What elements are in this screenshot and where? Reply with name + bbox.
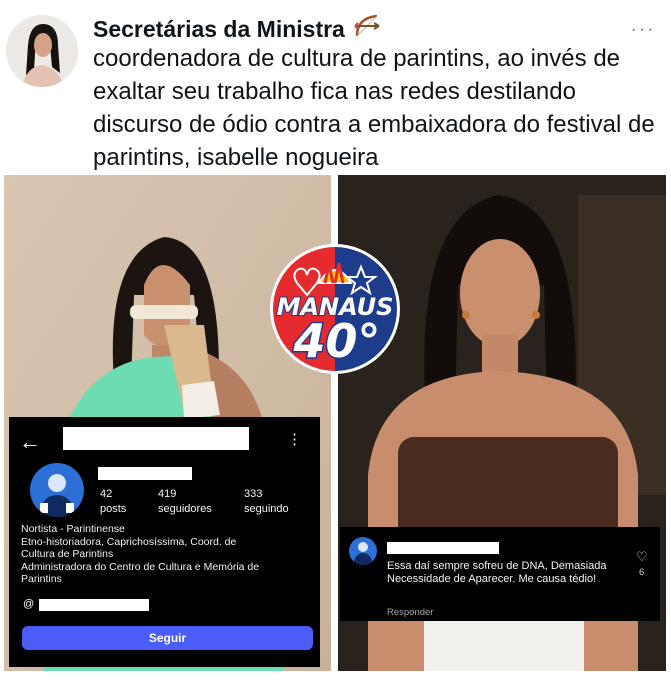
posts-stat: 42 posts (100, 487, 126, 517)
author-name[interactable]: Secretárias da Ministra (93, 12, 383, 46)
posts-count: 42 (100, 488, 113, 500)
manaus-40-logo: MANAUS 40° (269, 243, 401, 375)
threads-icon[interactable]: @ (23, 598, 34, 610)
like-count: 6 (639, 567, 645, 578)
redacted-name (63, 427, 249, 450)
instagram-comment: Essa daí sempre sofreu de DNA, Demasiada… (340, 527, 660, 621)
bio-line: Cultura de Parintins (21, 548, 114, 560)
bio-line: Etno-historiadora, Caprichosíssima, Coor… (21, 535, 237, 548)
bio-line: Parintins (21, 573, 62, 585)
logo-line2: 40° (292, 314, 380, 368)
kebab-menu-icon[interactable]: ⋮ (287, 430, 302, 448)
bow-and-arrow-icon (353, 12, 383, 46)
posts-label: posts (100, 503, 127, 515)
following-count: 333 (244, 488, 263, 500)
followers-stat[interactable]: 419 seguidores (158, 487, 212, 517)
redacted-commenter-name (387, 542, 499, 554)
tweet-text: coordenadora de cultura de parintins, ao… (93, 45, 655, 171)
followers-label: seguidores (158, 503, 212, 515)
instagram-profile-card: ← ⋮ 42 posts 419 seguidores 333 seguindo… (9, 417, 320, 667)
more-options-icon[interactable]: ··· (630, 16, 655, 42)
back-arrow-icon[interactable]: ← (19, 429, 41, 455)
comment-text: Essa daí sempre sofreu de DNA, Demasiada… (387, 560, 607, 585)
commenter-avatar[interactable] (349, 537, 377, 565)
author-avatar[interactable] (6, 15, 78, 87)
bio-line: Administradora do Centro de Cultura e Me… (21, 560, 260, 573)
redacted-threads-handle (39, 599, 149, 611)
heart-icon[interactable]: ♡ (636, 549, 648, 565)
profile-bio: Nortista - Parintinense Etno-historiador… (21, 523, 311, 586)
following-stat[interactable]: 333 seguindo (244, 487, 289, 517)
tweet-media[interactable]: ← ⋮ 42 posts 419 seguidores 333 seguindo… (4, 175, 666, 671)
follow-button[interactable]: Seguir (22, 626, 313, 650)
following-label: seguindo (244, 503, 289, 515)
profile-avatar[interactable] (30, 463, 84, 517)
followers-count: 419 (158, 488, 177, 500)
bio-line: Nortista - Parintinense (21, 523, 125, 535)
redacted-username (98, 467, 192, 480)
author-name-text[interactable]: Secretárias da Ministra (93, 16, 345, 43)
reply-link[interactable]: Responder (387, 607, 433, 618)
